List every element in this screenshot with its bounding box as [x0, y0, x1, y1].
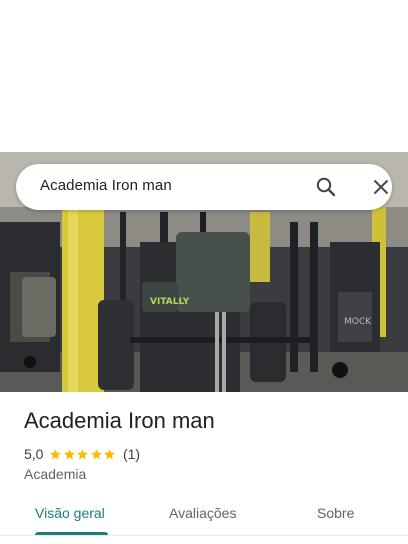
search-icon[interactable]: [314, 175, 338, 199]
search-bar[interactable]: Academia Iron man: [16, 164, 392, 210]
search-input[interactable]: Academia Iron man: [40, 177, 172, 194]
review-count[interactable]: (1): [123, 446, 140, 462]
star-icon: [91, 448, 102, 459]
star-rating: [49, 448, 117, 461]
close-icon[interactable]: [369, 175, 393, 199]
star-icon: [50, 448, 62, 459]
tab-about[interactable]: Sobre: [317, 505, 354, 525]
tab-reviews[interactable]: Avaliações: [169, 505, 236, 525]
rating-row[interactable]: 5,0 (1): [24, 445, 140, 463]
place-category: Academia: [24, 466, 87, 482]
place-title: Academia Iron man: [24, 408, 215, 433]
equipment-sign-text: MOCK: [344, 317, 372, 327]
rating-value: 5,0: [24, 446, 44, 462]
equipment-brand-text: VITALLY: [150, 297, 190, 307]
tabs-divider: [0, 535, 408, 536]
star-icon: [64, 448, 75, 459]
star-icon: [77, 448, 89, 459]
star-icon: [104, 448, 116, 459]
tab-overview[interactable]: Visão geral: [35, 505, 105, 525]
